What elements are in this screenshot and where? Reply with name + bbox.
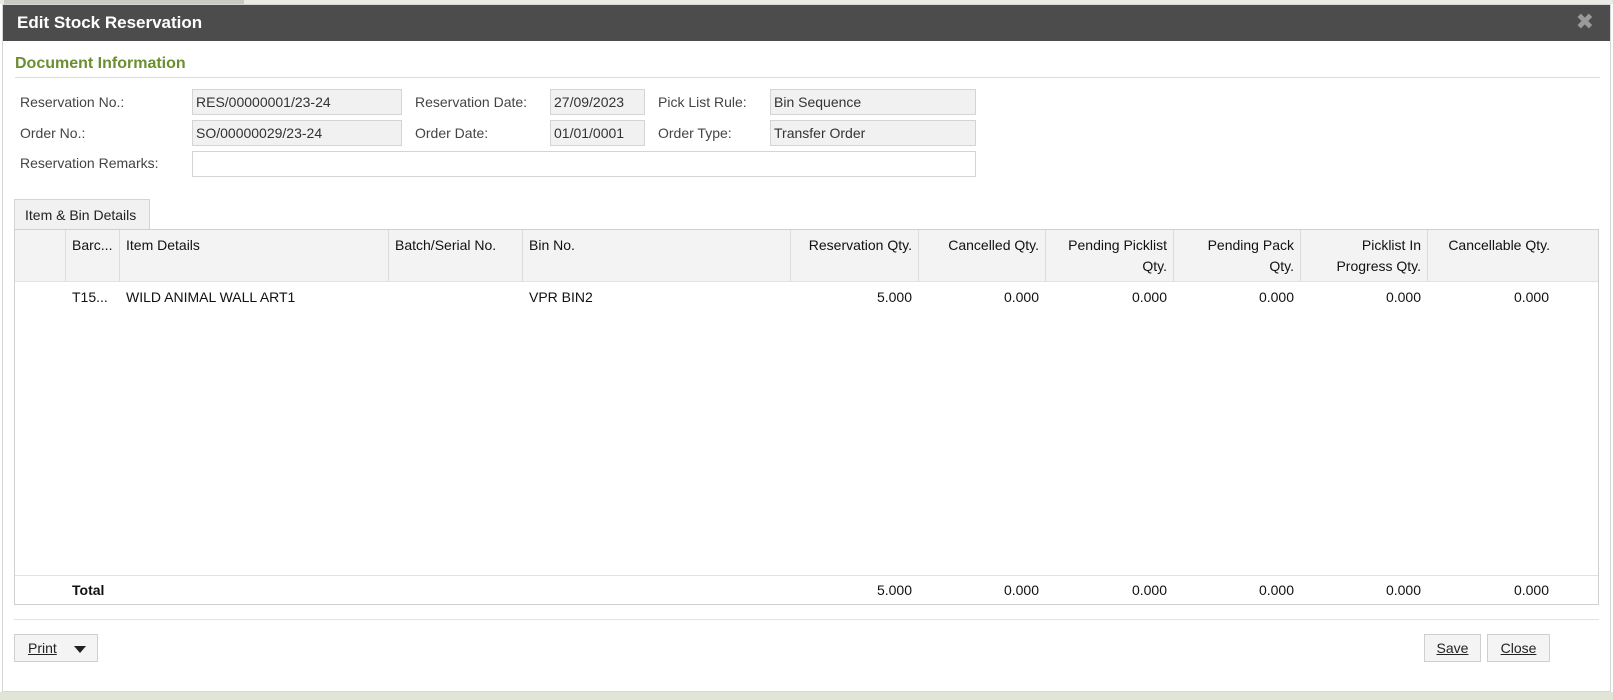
close-icon[interactable]: ✖: [1576, 9, 1594, 35]
order-no-field[interactable]: SO/00000029/23-24: [192, 120, 402, 146]
cell-bin-no: VPR BIN2: [529, 289, 593, 305]
reservation-remarks-label: Reservation Remarks:: [20, 155, 159, 171]
total-pending-pack-qty: 0.000: [1258, 582, 1294, 598]
save-button[interactable]: Save: [1424, 634, 1481, 662]
pick-list-rule-label: Pick List Rule:: [658, 94, 747, 110]
reservation-no-field[interactable]: RES/00000001/23-24: [192, 89, 402, 115]
column-header-cancellable-qty[interactable]: Cancellable Qty.: [1428, 230, 1556, 282]
pick-list-rule-field[interactable]: Bin Sequence: [770, 89, 976, 115]
print-button[interactable]: Print: [14, 634, 98, 662]
column-header-picklist-in-progress-qty[interactable]: Picklist In Progress Qty.: [1301, 230, 1428, 282]
total-cancelled-qty: 0.000: [1003, 582, 1039, 598]
order-date-field[interactable]: 01/01/0001: [550, 120, 645, 146]
order-type-field[interactable]: Transfer Order: [770, 120, 976, 146]
dialog-titlebar: Edit Stock Reservation ✖: [3, 5, 1610, 41]
total-pending-picklist-qty: 0.000: [1131, 582, 1167, 598]
cell-pending-picklist-qty: 0.000: [1131, 289, 1167, 305]
chevron-down-icon[interactable]: [74, 646, 86, 653]
cell-reservation-qty: 5.000: [876, 289, 912, 305]
total-picklist-in-progress-qty: 0.000: [1385, 582, 1421, 598]
reservation-date-label: Reservation Date:: [415, 94, 528, 110]
close-button[interactable]: Close: [1487, 634, 1550, 662]
cell-cancelled-qty: 0.000: [1003, 289, 1039, 305]
footer-divider: [14, 619, 1599, 620]
print-button-label: Print: [28, 640, 57, 656]
total-label: Total: [72, 582, 105, 598]
cell-item-details: WILD ANIMAL WALL ART1: [126, 289, 296, 305]
total-reservation-qty: 5.000: [876, 582, 912, 598]
cell-picklist-in-progress-qty: 0.000: [1385, 289, 1421, 305]
order-no-label: Order No.:: [20, 125, 86, 141]
total-row-divider: [15, 575, 1598, 576]
grid-header: Barc... Item Details Batch/Serial No. Bi…: [15, 230, 1598, 282]
cell-barcode: T15...: [72, 289, 108, 305]
column-header-bin-no[interactable]: Bin No.: [523, 230, 791, 282]
edit-stock-reservation-dialog: Edit Stock Reservation ✖ Document Inform…: [2, 4, 1611, 692]
background-bottom-strip: [0, 692, 1613, 700]
column-header-reservation-qty[interactable]: Reservation Qty.: [791, 230, 919, 282]
column-header-batch-serial[interactable]: Batch/Serial No.: [389, 230, 523, 282]
column-header-select[interactable]: [15, 230, 66, 282]
item-bin-grid: Barc... Item Details Batch/Serial No. Bi…: [14, 229, 1599, 605]
tab-item-bin-details[interactable]: Item & Bin Details: [14, 199, 150, 229]
reservation-remarks-input[interactable]: [192, 151, 976, 177]
total-cancellable-qty: 0.000: [1513, 582, 1549, 598]
close-button-label: Close: [1500, 640, 1537, 656]
section-divider: [15, 77, 1600, 78]
column-header-item-details[interactable]: Item Details: [120, 230, 389, 282]
reservation-date-field[interactable]: 27/09/2023: [550, 89, 645, 115]
order-date-label: Order Date:: [415, 125, 489, 141]
cell-pending-pack-qty: 0.000: [1258, 289, 1294, 305]
column-header-barcode[interactable]: Barc...: [66, 230, 120, 282]
save-button-label: Save: [1436, 640, 1469, 656]
order-type-label: Order Type:: [658, 125, 732, 141]
cell-cancellable-qty: 0.000: [1513, 289, 1549, 305]
column-header-pending-pack-qty[interactable]: Pending Pack Qty.: [1174, 230, 1301, 282]
dialog-title: Edit Stock Reservation: [17, 13, 203, 32]
column-header-cancelled-qty[interactable]: Cancelled Qty.: [919, 230, 1046, 282]
column-header-pending-picklist-qty[interactable]: Pending Picklist Qty.: [1046, 230, 1174, 282]
reservation-no-label: Reservation No.:: [20, 94, 125, 110]
section-title: Document Information: [15, 55, 186, 72]
